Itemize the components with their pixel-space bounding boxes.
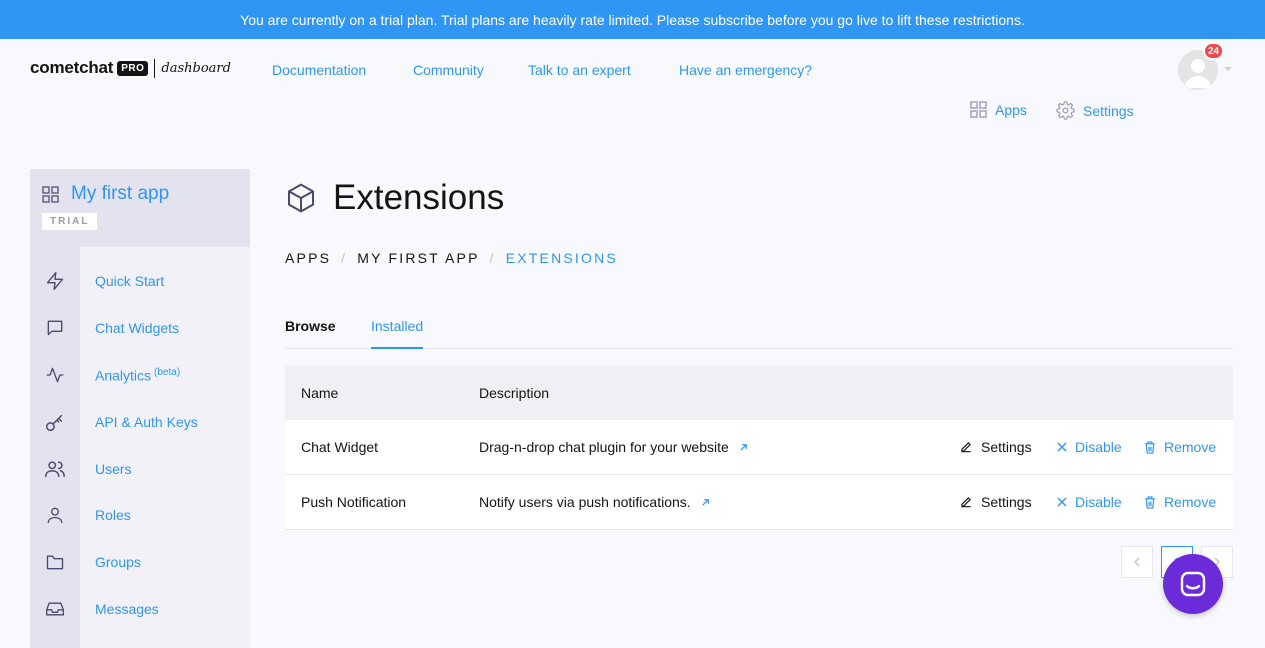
inbox-icon — [30, 599, 80, 619]
nav-community[interactable]: Community — [413, 62, 484, 78]
trial-banner-text: You are currently on a trial plan. Trial… — [240, 11, 1025, 28]
breadcrumb-separator: / — [489, 250, 496, 266]
sidebar-item-groups[interactable]: Groups — [30, 547, 250, 577]
extension-name: Chat Widget — [301, 439, 379, 455]
trial-banner: You are currently on a trial plan. Trial… — [0, 0, 1265, 39]
sidebar-item-api-keys[interactable]: API & Auth Keys — [30, 407, 250, 437]
grid-icon — [42, 185, 59, 203]
extension-tabs: Browse Installed — [285, 316, 1233, 349]
remove-button[interactable]: Remove — [1144, 439, 1216, 455]
sidebar-item-messages[interactable]: Messages — [30, 594, 250, 624]
sidebar-item-roles[interactable]: Roles — [30, 500, 250, 530]
support-chat-button[interactable] — [1163, 554, 1223, 614]
table-row: Push Notification Notify users via push … — [285, 475, 1233, 530]
grid-icon — [970, 101, 987, 118]
app-switcher[interactable]: My first app — [42, 183, 238, 205]
settings-button[interactable]: Settings — [959, 494, 1032, 510]
disable-button[interactable]: Disable — [1057, 439, 1122, 455]
pencil-icon — [961, 442, 971, 453]
sidebar-item-analytics[interactable]: Analytics (beta) — [30, 360, 250, 390]
logo-product: dashboard — [161, 60, 231, 76]
sidebar-item-label: Chat Widgets — [95, 320, 180, 336]
sidebar-item-users[interactable]: Users — [30, 454, 250, 484]
chevron-down-icon[interactable] — [1224, 67, 1232, 71]
users-icon — [30, 458, 80, 480]
sidebar-item-label: Users — [95, 461, 132, 477]
pulse-icon — [30, 365, 80, 385]
sidebar: My first app TRIAL Quick Start Chat Widg… — [30, 169, 250, 648]
sidebar-icon-rail — [30, 247, 80, 648]
page-title: Extensions — [333, 178, 505, 217]
sidebar-item-chat-widgets[interactable]: Chat Widgets — [30, 313, 250, 343]
app-header: My first app TRIAL — [30, 169, 250, 247]
close-icon — [1057, 442, 1067, 452]
breadcrumb-app[interactable]: MY FIRST APP — [357, 250, 479, 266]
trash-icon — [1145, 495, 1155, 509]
page-header: Extensions — [285, 178, 504, 218]
table-row: Chat Widget Drag-n-drop chat plugin for … — [285, 420, 1233, 475]
pagination-prev-button[interactable] — [1121, 546, 1153, 578]
lightning-icon — [30, 271, 80, 291]
sidebar-item-quick-start[interactable]: Quick Start — [30, 266, 250, 296]
close-icon — [1057, 497, 1067, 507]
chevron-left-icon — [1134, 557, 1140, 567]
plan-badge: TRIAL — [42, 213, 98, 230]
tab-installed[interactable]: Installed — [371, 318, 424, 349]
logo-divider — [154, 58, 156, 78]
pencil-icon — [961, 497, 971, 508]
external-link-icon[interactable] — [701, 498, 710, 507]
sidebar-item-label: Quick Start — [95, 273, 165, 289]
cube-icon — [288, 183, 314, 213]
extension-name: Push Notification — [301, 494, 407, 510]
external-link-icon[interactable] — [739, 443, 748, 452]
beta-tag: (beta) — [154, 366, 181, 378]
key-icon — [30, 411, 80, 433]
nav-apps[interactable]: Apps — [970, 101, 1027, 118]
breadcrumb-apps[interactable]: APPS — [285, 250, 331, 266]
extension-description: Drag-n-drop chat plugin for your website — [479, 439, 748, 455]
breadcrumb: APPS / MY FIRST APP / EXTENSIONS — [285, 250, 618, 266]
remove-button[interactable]: Remove — [1144, 494, 1216, 510]
sidebar-item-label: Analytics (beta) — [95, 366, 181, 384]
notification-badge: 24 — [1203, 42, 1224, 60]
sidebar-item-label: Roles — [95, 507, 131, 523]
app-name: My first app — [71, 183, 170, 204]
nav-documentation[interactable]: Documentation — [272, 62, 366, 78]
disable-button[interactable]: Disable — [1057, 494, 1122, 510]
nav-settings-label: Settings — [1083, 102, 1134, 119]
sidebar-item-label: Messages — [95, 601, 159, 617]
logo-brand: cometchat — [30, 58, 114, 77]
column-header-name: Name — [301, 384, 339, 401]
folder-icon — [30, 552, 80, 572]
nav-settings[interactable]: Settings — [1056, 101, 1134, 120]
settings-button[interactable]: Settings — [959, 439, 1032, 455]
extensions-table: Name Description Chat Widget Drag-n-drop… — [285, 365, 1233, 530]
trash-icon — [1145, 440, 1155, 454]
chat-launcher-icon — [1180, 571, 1206, 597]
nav-talk-to-expert[interactable]: Talk to an expert — [528, 62, 631, 78]
sidebar-item-label: API & Auth Keys — [95, 414, 198, 430]
breadcrumb-separator: / — [341, 250, 348, 266]
breadcrumb-current: EXTENSIONS — [505, 250, 618, 266]
cometchat-logo[interactable]: cometchat PRO dashboard — [30, 58, 231, 78]
nav-apps-label: Apps — [995, 101, 1027, 118]
gear-icon — [1056, 101, 1075, 120]
extension-description: Notify users via push notifications. — [479, 494, 710, 510]
table-header: Name Description — [285, 365, 1233, 420]
column-header-description: Description — [479, 384, 550, 401]
user-icon — [30, 505, 80, 525]
nav-emergency[interactable]: Have an emergency? — [679, 62, 812, 78]
chat-bubble-icon — [30, 318, 80, 338]
tab-browse[interactable]: Browse — [285, 318, 336, 347]
logo-pro-tag: PRO — [117, 60, 149, 76]
sidebar-item-label: Groups — [95, 554, 141, 570]
